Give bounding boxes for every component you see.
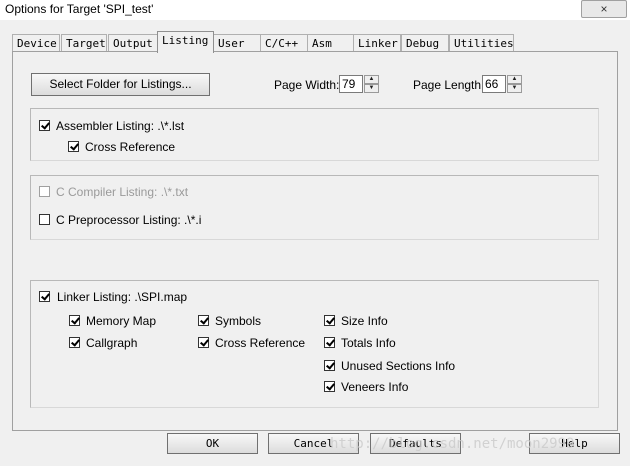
veneers-info-label: Veneers Info <box>341 380 409 394</box>
totals-info-label: Totals Info <box>341 336 396 350</box>
symbols-label: Symbols <box>215 314 262 328</box>
page-length-spinner[interactable]: ▲ ▼ <box>507 75 522 93</box>
select-folder-button[interactable]: Select Folder for Listings... <box>31 73 210 96</box>
assembler-listing-label: Assembler Listing: .\*.lst <box>56 119 185 133</box>
assembler-group: Assembler Listing: .\*.lst Cross Referen… <box>30 108 599 161</box>
memory-map-label: Memory Map <box>86 314 157 328</box>
tab-user[interactable]: User <box>213 34 261 51</box>
memory-map-checkbox[interactable] <box>69 315 80 326</box>
tab-linker[interactable]: Linker <box>353 34 401 51</box>
close-icon: × <box>600 2 608 16</box>
tab-device[interactable]: Device <box>12 34 60 51</box>
size-info-label: Size Info <box>341 314 388 328</box>
veneers-info-checkbox[interactable] <box>324 381 335 392</box>
assembler-cross-ref-checkbox[interactable] <box>68 141 79 152</box>
listing-panel: Select Folder for Listings... Page Width… <box>12 51 618 431</box>
tab-output[interactable]: Output <box>108 34 158 51</box>
unused-sections-info-checkbox[interactable] <box>324 360 335 371</box>
unused-sections-info-label: Unused Sections Info <box>341 359 456 373</box>
spin-up-icon[interactable]: ▲ <box>507 75 522 84</box>
window-title: Options for Target 'SPI_test' <box>5 2 154 16</box>
page-width-input[interactable]: 79 <box>339 75 363 93</box>
callgraph-label: Callgraph <box>86 336 138 350</box>
tab-utilities[interactable]: Utilities <box>449 34 514 51</box>
c-preprocessor-listing-label: C Preprocessor Listing: .\*.i <box>56 213 202 227</box>
assembler-cross-ref-label: Cross Reference <box>85 140 176 154</box>
c-preprocessor-listing-checkbox[interactable] <box>39 214 50 225</box>
spin-down-icon[interactable]: ▼ <box>507 84 522 93</box>
c-compiler-listing-checkbox <box>39 186 50 197</box>
title-bar: Options for Target 'SPI_test' × <box>0 0 630 20</box>
options-dialog: Options for Target 'SPI_test' × Device T… <box>0 0 630 466</box>
callgraph-checkbox[interactable] <box>69 337 80 348</box>
totals-info-checkbox[interactable] <box>324 337 335 348</box>
tab-c-cpp[interactable]: C/C++ <box>260 34 308 51</box>
linker-group: Linker Listing: .\SPI.map Memory Map Cal… <box>30 280 599 408</box>
symbols-checkbox[interactable] <box>198 315 209 326</box>
close-button[interactable]: × <box>581 0 627 18</box>
tab-listing[interactable]: Listing <box>157 31 214 53</box>
compiler-group: C Compiler Listing: .\*.txt C Preprocess… <box>30 175 599 240</box>
page-width-label: Page Width: <box>274 78 340 92</box>
page-length-label: Page Length: <box>413 78 485 92</box>
linker-cross-reference-checkbox[interactable] <box>198 337 209 348</box>
size-info-checkbox[interactable] <box>324 315 335 326</box>
tab-target[interactable]: Target <box>61 34 107 51</box>
c-compiler-listing-label: C Compiler Listing: .\*.txt <box>56 185 189 199</box>
linker-listing-checkbox[interactable] <box>39 291 50 302</box>
linker-cross-reference-label: Cross Reference <box>215 336 306 350</box>
tab-debug[interactable]: Debug <box>401 34 449 51</box>
assembler-listing-checkbox[interactable] <box>39 120 50 131</box>
spin-up-icon[interactable]: ▲ <box>364 75 379 84</box>
watermark-text: http://blog.csdn.net/moon2999 <box>330 436 575 452</box>
linker-listing-label: Linker Listing: .\SPI.map <box>57 290 188 304</box>
page-width-spinner[interactable]: ▲ ▼ <box>364 75 379 93</box>
spin-down-icon[interactable]: ▼ <box>364 84 379 93</box>
ok-button[interactable]: OK <box>167 433 258 454</box>
page-length-input[interactable]: 66 <box>482 75 506 93</box>
tab-asm[interactable]: Asm <box>307 34 354 51</box>
